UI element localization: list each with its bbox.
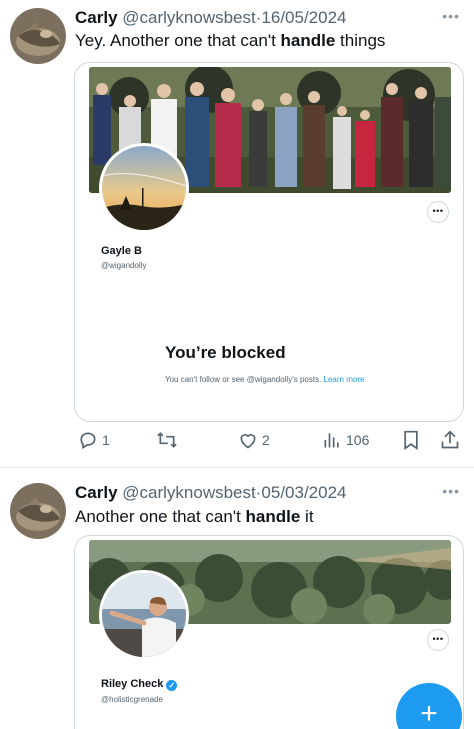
author-handle[interactable]: @carlyknowsbest: [122, 483, 255, 502]
share-icon: [441, 430, 459, 449]
tweet-text-part: Yey. Another one that can't: [75, 31, 281, 50]
tweet[interactable]: Carly @carlyknowsbest·16/05/2024 ••• Yey…: [0, 0, 474, 468]
learn-more-link[interactable]: Learn more: [324, 375, 365, 384]
views-button[interactable]: 106: [322, 430, 369, 450]
retweet-icon: [157, 432, 177, 448]
profile-name[interactable]: Gayle B: [101, 245, 142, 257]
avatar[interactable]: [10, 483, 66, 539]
profile-avatar[interactable]: [99, 143, 189, 233]
profile-handle[interactable]: @wigandolly: [101, 261, 146, 270]
bookmark-icon: [404, 430, 418, 450]
author-handle[interactable]: @carlyknowsbest: [122, 8, 255, 27]
retweet-button[interactable]: [156, 430, 178, 450]
like-button[interactable]: 2: [238, 430, 270, 450]
profile-name-text: Riley Check: [101, 678, 164, 690]
tweet-actions: 1 2 106: [74, 430, 464, 452]
verified-icon: ✓: [166, 680, 178, 691]
tweet-text-bold: handle: [280, 31, 336, 50]
tweet-header: Carly @carlyknowsbest·16/05/2024: [75, 8, 347, 28]
like-count: 2: [262, 432, 270, 448]
tweet[interactable]: Carly @carlyknowsbest·05/03/2024 ••• Ano…: [0, 469, 474, 729]
tweet-text-part: it: [300, 507, 314, 526]
tweet-text: Another one that can't handle it: [75, 507, 314, 527]
more-icon[interactable]: •••: [427, 201, 449, 223]
author-name[interactable]: Carly: [75, 483, 118, 502]
reply-icon: [80, 432, 96, 449]
author-name[interactable]: Carly: [75, 8, 118, 27]
tweet-text: Yey. Another one that can't handle thing…: [75, 31, 385, 51]
profile-avatar[interactable]: [99, 570, 189, 660]
blocked-text: You can't follow or see @wigandolly's po…: [165, 375, 322, 384]
profile-card[interactable]: ••• Gayle B @wigandolly You’re blocked Y…: [74, 62, 464, 422]
profile-name[interactable]: Riley Check ✓: [101, 678, 178, 691]
tweet-text-part: things: [335, 31, 386, 50]
share-button[interactable]: [440, 430, 460, 450]
reply-button[interactable]: 1: [78, 430, 110, 450]
reply-count: 1: [102, 432, 110, 448]
tweet-text-part: Another one that can't: [75, 507, 246, 526]
more-icon[interactable]: •••: [442, 8, 460, 24]
views-icon: [324, 433, 339, 448]
views-count: 106: [346, 432, 370, 448]
blocked-description: You can't follow or see @wigandolly's po…: [165, 374, 395, 385]
profile-handle[interactable]: @holisticgrenade: [101, 695, 163, 704]
like-icon: [240, 434, 256, 449]
tweet-text-bold: handle: [245, 507, 301, 526]
avatar[interactable]: [10, 8, 66, 64]
more-icon[interactable]: •••: [442, 483, 460, 499]
tweet-date[interactable]: 05/03/2024: [261, 483, 346, 502]
tweet-date[interactable]: 16/05/2024: [261, 8, 346, 27]
more-icon[interactable]: •••: [427, 629, 449, 651]
bookmark-button[interactable]: [402, 430, 420, 450]
blocked-title: You’re blocked: [165, 343, 286, 362]
tweet-header: Carly @carlyknowsbest·05/03/2024: [75, 483, 347, 503]
